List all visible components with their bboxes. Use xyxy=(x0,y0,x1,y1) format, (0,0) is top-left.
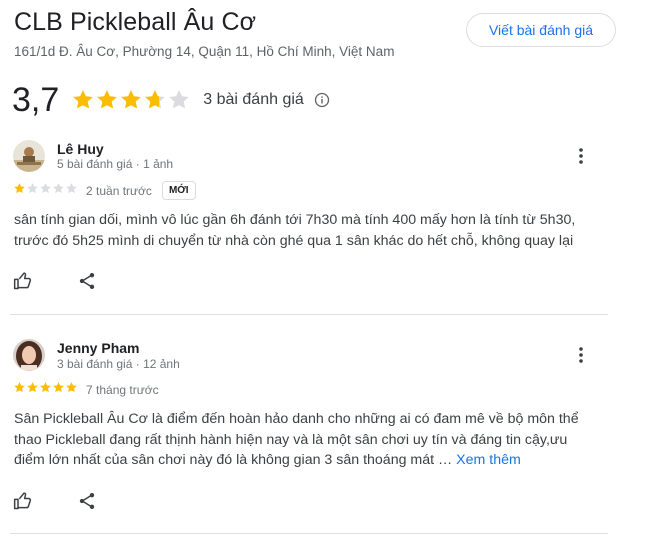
place-title: CLB Pickleball Âu Cơ xyxy=(14,8,257,36)
reviewer-meta: 5 bài đánh giá · 1 ảnh xyxy=(57,157,174,171)
review-text-line-content: điểm lớn nhất của sân chơi này đó là khô… xyxy=(14,452,453,468)
star-icon xyxy=(40,182,51,193)
review-count: 3 bài đánh giá xyxy=(203,91,304,108)
review-text-line: trước đó 5h25 mình di chuyển từ nhà còn … xyxy=(14,232,574,249)
divider xyxy=(10,533,608,534)
star-icon xyxy=(53,382,64,393)
star-icon xyxy=(66,182,77,193)
share-icon[interactable] xyxy=(76,270,98,292)
review-text-line: điểm lớn nhất của sân chơi này đó là khô… xyxy=(14,450,604,471)
star-icon xyxy=(27,382,38,393)
star-icon xyxy=(27,182,38,193)
place-address: 161/1d Đ. Âu Cơ, Phường 14, Quận 11, Hồ … xyxy=(14,44,395,59)
review-stars xyxy=(13,381,78,399)
review-rating: 7 tháng trước xyxy=(13,381,159,399)
star-icon xyxy=(145,90,166,109)
review-text-line: Sân Pickleball Âu Cơ là điểm đến hoàn hả… xyxy=(14,411,579,427)
review-rating: 2 tuần trước MỚI xyxy=(13,181,196,200)
star-icon xyxy=(53,182,64,193)
read-more-link[interactable]: Xem thêm xyxy=(456,452,521,468)
thumb-up-icon[interactable] xyxy=(12,490,34,512)
review-time: 2 tuần trước xyxy=(86,183,152,198)
star-icon xyxy=(121,90,142,109)
review-text-line: thao Pickleball đang rất thịnh hành hiện… xyxy=(14,431,568,448)
review-text-line: sân tính gian dối, mình vô lúc gần 6h đá… xyxy=(14,212,576,228)
more-vert-icon[interactable] xyxy=(572,345,590,365)
share-icon[interactable] xyxy=(76,490,98,512)
star-icon xyxy=(14,382,25,393)
avatar[interactable] xyxy=(13,339,45,371)
star-icon xyxy=(97,90,118,109)
rating-value: 3,7 xyxy=(12,80,60,119)
review-text: sân tính gian dối, mình vô lúc gần 6h đá… xyxy=(14,210,604,251)
info-icon[interactable] xyxy=(314,92,330,108)
star-icon xyxy=(14,182,25,193)
avatar[interactable] xyxy=(13,140,45,172)
divider xyxy=(10,314,608,315)
new-badge: MỚI xyxy=(161,181,196,200)
review-stars xyxy=(13,182,78,200)
more-vert-icon[interactable] xyxy=(572,146,590,166)
review-time: 7 tháng trước xyxy=(86,383,159,397)
write-review-button[interactable]: Viết bài đánh giá xyxy=(466,13,616,47)
thumb-up-icon[interactable] xyxy=(12,270,34,292)
rating-summary: 3,7 3 bài đánh giá xyxy=(12,80,330,120)
star-icon xyxy=(169,90,190,109)
star-icon xyxy=(66,382,77,393)
star-icon xyxy=(73,90,94,109)
rating-stars xyxy=(71,88,191,112)
reviewer-meta: 3 bài đánh giá · 12 ảnh xyxy=(57,357,180,371)
reviewer-name[interactable]: Lê Huy xyxy=(57,141,104,157)
reviewer-name[interactable]: Jenny Pham xyxy=(57,340,139,356)
review-text: Sân Pickleball Âu Cơ là điểm đến hoàn hả… xyxy=(14,409,604,471)
star-icon xyxy=(40,382,51,393)
